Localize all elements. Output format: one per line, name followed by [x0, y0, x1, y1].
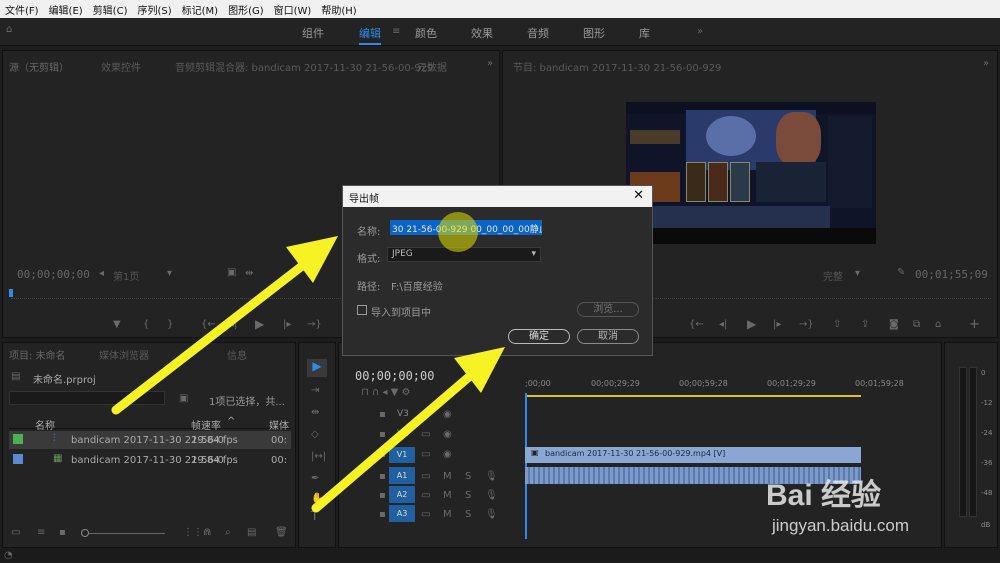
watermark-logo: Bai 经验: [766, 479, 882, 512]
arrow-to-ok-button: [311, 347, 505, 513]
cursor-highlight: [438, 212, 478, 252]
arrow-to-name-field: [111, 236, 338, 415]
watermark-url: jingyan.baidu.com: [772, 516, 910, 535]
baidu-watermark: Bai 经验 jingyan.baidu.com: [766, 470, 966, 540]
